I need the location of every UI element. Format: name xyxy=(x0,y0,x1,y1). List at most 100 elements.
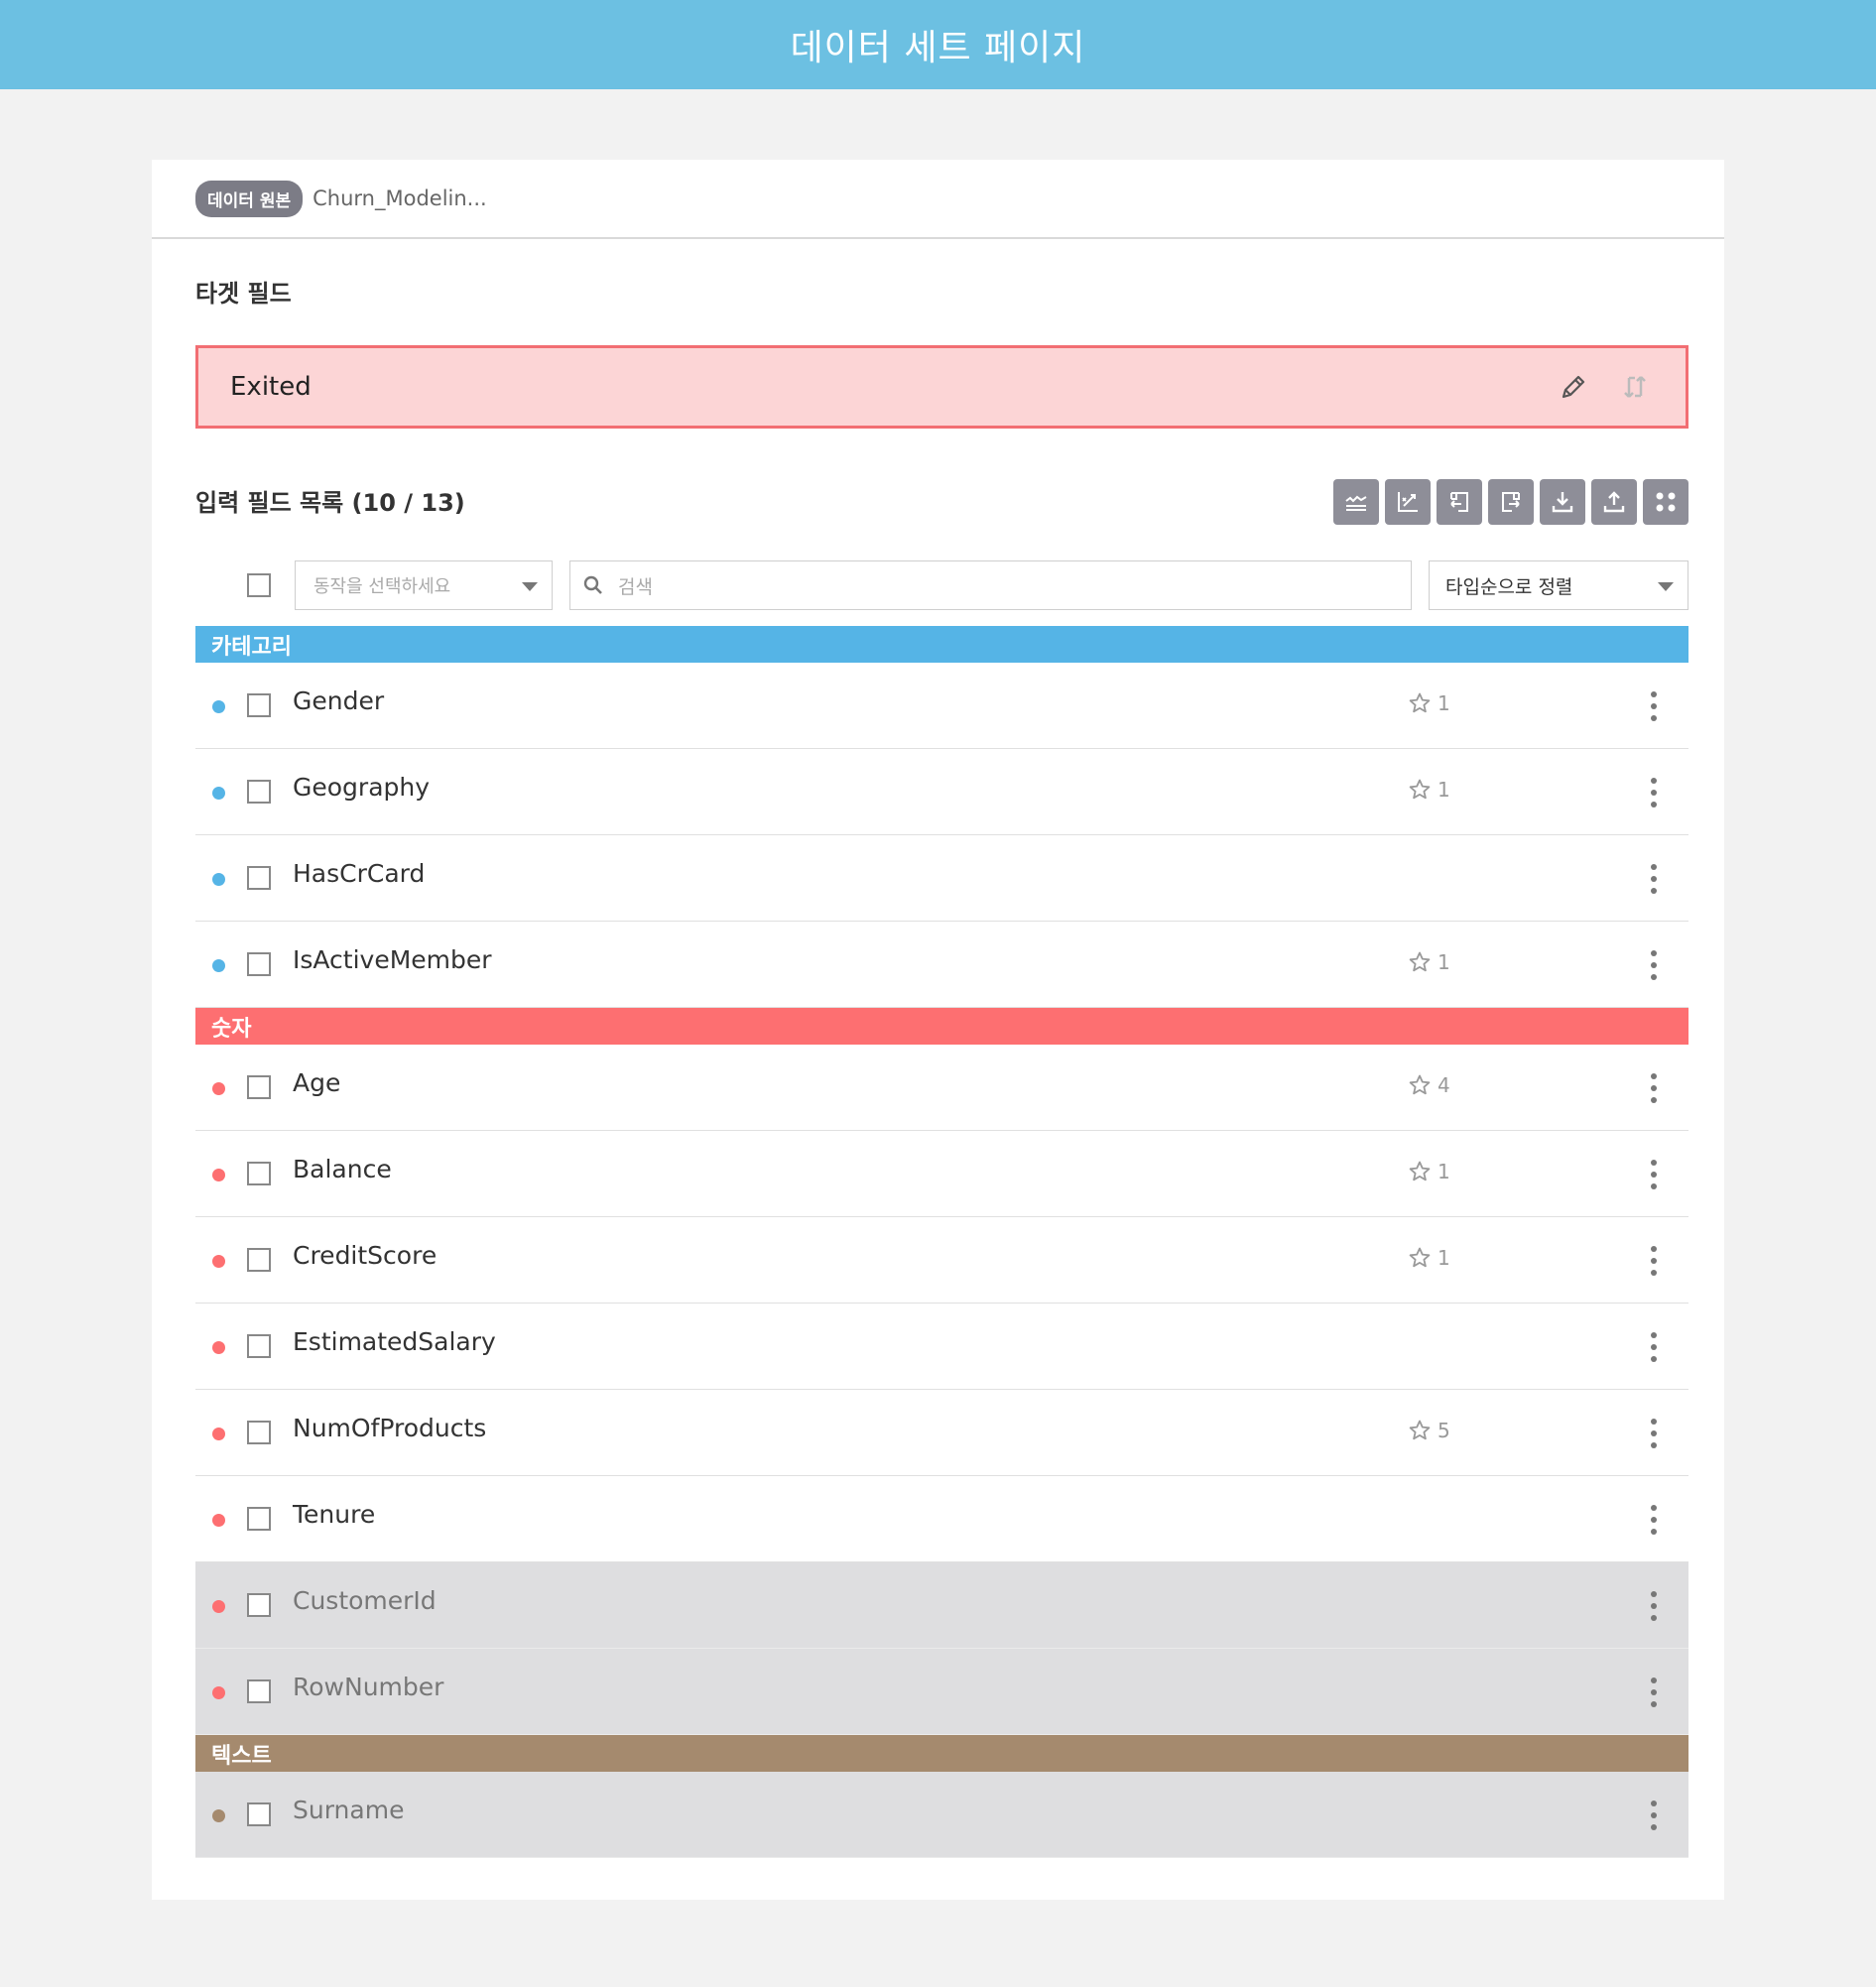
star-icon xyxy=(1409,1074,1431,1095)
field-name: Balance xyxy=(293,1155,392,1183)
field-checkbox[interactable] xyxy=(247,780,271,804)
field-checkbox[interactable] xyxy=(247,1162,271,1185)
field-checkbox[interactable] xyxy=(247,866,271,890)
star-rating[interactable]: 1 xyxy=(1408,950,1450,974)
page-title: 데이터 세트 페이지 xyxy=(790,28,1086,68)
star-icon xyxy=(1409,1420,1431,1440)
field-row[interactable]: CustomerId xyxy=(195,1562,1688,1649)
import-left-button[interactable] xyxy=(1437,479,1482,525)
field-row[interactable]: IsActiveMember 1 xyxy=(195,922,1688,1008)
type-dot xyxy=(212,700,225,713)
field-name: Tenure xyxy=(293,1500,376,1529)
search-input[interactable]: 검색 xyxy=(569,560,1412,610)
field-row[interactable]: CreditScore 1 xyxy=(195,1217,1688,1304)
more-vertical-icon[interactable] xyxy=(1650,1160,1658,1189)
star-rating[interactable]: 1 xyxy=(1408,778,1450,802)
action-select-placeholder: 동작을 선택하세요 xyxy=(313,576,451,597)
field-name: HasCrCard xyxy=(293,859,426,888)
star-count: 4 xyxy=(1438,1073,1450,1097)
field-checkbox[interactable] xyxy=(247,1075,271,1099)
field-row[interactable]: Age 4 xyxy=(195,1045,1688,1131)
more-vertical-icon[interactable] xyxy=(1650,950,1658,980)
dataset-panel: 데이터 원본 Churn_Modelin... 타겟 필드 Exited 입력 … xyxy=(152,160,1724,1900)
field-checkbox[interactable] xyxy=(247,1802,271,1826)
field-checkbox[interactable] xyxy=(247,1248,271,1272)
field-name: Gender xyxy=(293,686,385,715)
field-checkbox[interactable] xyxy=(247,1593,271,1617)
field-name: Surname xyxy=(293,1796,405,1824)
grid-dots-button[interactable] xyxy=(1643,479,1688,525)
type-dot xyxy=(212,959,225,972)
grid-dots-icon xyxy=(1656,492,1676,512)
field-row[interactable]: NumOfProducts 5 xyxy=(195,1390,1688,1476)
more-vertical-icon[interactable] xyxy=(1650,1801,1658,1830)
more-vertical-icon[interactable] xyxy=(1650,1419,1658,1448)
field-row[interactable]: Surname xyxy=(195,1772,1688,1858)
scatter-edit-button[interactable] xyxy=(1385,479,1431,525)
star-icon xyxy=(1409,951,1431,972)
more-vertical-icon[interactable] xyxy=(1650,1677,1658,1707)
type-dot xyxy=(212,1169,225,1181)
field-row[interactable]: Balance 1 xyxy=(195,1131,1688,1217)
star-icon xyxy=(1409,1161,1431,1181)
source-name[interactable]: Churn_Modelin... xyxy=(313,186,487,210)
star-rating[interactable]: 5 xyxy=(1408,1419,1450,1442)
field-row[interactable]: Geography 1 xyxy=(195,749,1688,835)
download-button[interactable] xyxy=(1540,479,1585,525)
field-name: IsActiveMember xyxy=(293,945,492,974)
field-checkbox[interactable] xyxy=(247,1679,271,1703)
star-rating[interactable]: 1 xyxy=(1408,1246,1450,1270)
more-vertical-icon[interactable] xyxy=(1650,864,1658,894)
swap-icon[interactable] xyxy=(1620,372,1650,402)
field-row[interactable]: HasCrCard xyxy=(195,835,1688,922)
type-dot xyxy=(212,873,225,886)
field-row[interactable]: Gender 1 xyxy=(195,663,1688,749)
import-right-button[interactable] xyxy=(1488,479,1534,525)
type-dot xyxy=(212,1600,225,1613)
more-vertical-icon[interactable] xyxy=(1650,1073,1658,1103)
type-dot xyxy=(212,1082,225,1095)
star-rating[interactable]: 1 xyxy=(1408,1160,1450,1183)
filter-row: 동작을 선택하세요 검색 타입순으로 정렬 xyxy=(195,560,1688,610)
field-row[interactable]: Tenure xyxy=(195,1476,1688,1562)
more-vertical-icon[interactable] xyxy=(1650,778,1658,807)
upload-button[interactable] xyxy=(1591,479,1637,525)
target-section-title: 타겟 필드 xyxy=(195,280,292,308)
more-vertical-icon[interactable] xyxy=(1650,1246,1658,1276)
field-checkbox[interactable] xyxy=(247,693,271,717)
search-icon xyxy=(583,575,602,594)
import-right-icon xyxy=(1502,492,1520,512)
more-vertical-icon[interactable] xyxy=(1650,1332,1658,1362)
field-checkbox[interactable] xyxy=(247,1507,271,1531)
download-icon xyxy=(1552,492,1573,513)
chart-line-icon xyxy=(1345,495,1367,511)
star-count: 1 xyxy=(1438,1246,1450,1270)
star-count: 5 xyxy=(1438,1419,1450,1442)
upload-icon xyxy=(1603,491,1625,513)
action-select[interactable]: 동작을 선택하세요 xyxy=(295,560,553,610)
field-toolbar xyxy=(1333,479,1688,525)
select-all-checkbox[interactable] xyxy=(247,573,271,597)
chart-line-button[interactable] xyxy=(1333,479,1379,525)
field-row[interactable]: EstimatedSalary xyxy=(195,1304,1688,1390)
field-checkbox[interactable] xyxy=(247,1334,271,1358)
star-rating[interactable]: 1 xyxy=(1408,691,1450,715)
sort-select[interactable]: 타입순으로 정렬 xyxy=(1429,560,1688,610)
type-dot xyxy=(212,1809,225,1822)
star-count: 1 xyxy=(1438,950,1450,974)
field-name: Age xyxy=(293,1068,341,1097)
field-checkbox[interactable] xyxy=(247,952,271,976)
star-rating[interactable]: 4 xyxy=(1408,1073,1450,1097)
field-checkbox[interactable] xyxy=(247,1421,271,1444)
more-vertical-icon[interactable] xyxy=(1650,691,1658,721)
star-count: 1 xyxy=(1438,691,1450,715)
star-icon xyxy=(1409,779,1431,800)
pencil-icon[interactable] xyxy=(1559,372,1588,402)
scatter-edit-icon xyxy=(1398,492,1418,512)
more-vertical-icon[interactable] xyxy=(1650,1505,1658,1535)
type-dot xyxy=(212,1255,225,1268)
more-vertical-icon[interactable] xyxy=(1650,1591,1658,1621)
type-dot xyxy=(212,1341,225,1354)
field-row[interactable]: RowNumber xyxy=(195,1649,1688,1735)
field-name: CustomerId xyxy=(293,1586,437,1615)
